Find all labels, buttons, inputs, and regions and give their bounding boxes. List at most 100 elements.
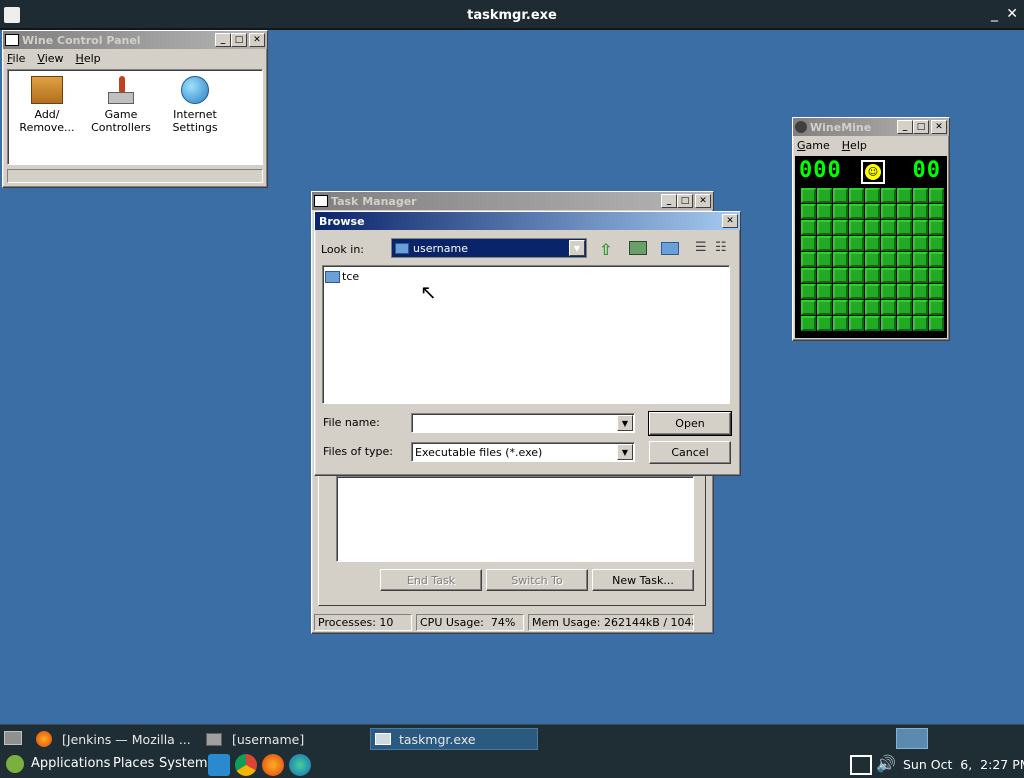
menu-applications[interactable]: Applications: [31, 756, 110, 771]
mine-cell[interactable]: [881, 300, 896, 315]
mine-cell[interactable]: [833, 268, 848, 283]
mine-cell[interactable]: [913, 220, 928, 235]
mine-cell[interactable]: [881, 316, 896, 331]
mine-cell[interactable]: [865, 236, 880, 251]
mine-cell[interactable]: [897, 300, 912, 315]
mine-cell[interactable]: [897, 220, 912, 235]
mine-cell[interactable]: [913, 204, 928, 219]
file-type-select[interactable]: Executable files (*.exe) ▼: [411, 442, 635, 462]
applet-internet-settings[interactable]: Internet Settings: [160, 76, 230, 134]
dropdown-arrow-icon[interactable]: ▼: [569, 240, 585, 256]
mine-cell[interactable]: [817, 188, 832, 203]
maximize-button[interactable]: □: [677, 194, 693, 208]
mine-cell[interactable]: [865, 268, 880, 283]
new-task-button[interactable]: New Task...: [592, 569, 694, 591]
mine-cell[interactable]: [897, 236, 912, 251]
mine-cell[interactable]: [913, 236, 928, 251]
mine-cell[interactable]: [849, 300, 864, 315]
mine-cell[interactable]: [897, 284, 912, 299]
mine-cell[interactable]: [801, 236, 816, 251]
desktop-icon[interactable]: [629, 241, 647, 255]
menu-system[interactable]: System: [159, 756, 207, 771]
mine-cell[interactable]: [881, 236, 896, 251]
mine-cell[interactable]: [865, 188, 880, 203]
winemine-titlebar[interactable]: WineMine _ □ ✕: [793, 118, 949, 136]
look-in-combo[interactable]: username ▼: [391, 238, 587, 258]
mine-cell[interactable]: [897, 316, 912, 331]
mine-cell[interactable]: [881, 204, 896, 219]
mine-cell[interactable]: [897, 188, 912, 203]
show-desktop-icon[interactable]: [4, 731, 22, 745]
edge-dev-icon[interactable]: [289, 754, 311, 776]
list-item[interactable]: tce: [325, 270, 359, 283]
mine-cell[interactable]: [849, 204, 864, 219]
mine-cell[interactable]: [849, 188, 864, 203]
mine-cell[interactable]: [929, 236, 944, 251]
mine-cell[interactable]: [913, 252, 928, 267]
mine-cell[interactable]: [833, 284, 848, 299]
mine-cell[interactable]: [801, 300, 816, 315]
open-button[interactable]: Open: [648, 411, 732, 436]
mine-cell[interactable]: [849, 268, 864, 283]
control-panel-titlebar[interactable]: Wine Control Panel _ □ ✕: [3, 31, 267, 49]
mine-cell[interactable]: [865, 204, 880, 219]
mine-cell[interactable]: [929, 188, 944, 203]
mine-cell[interactable]: [817, 220, 832, 235]
switch-to-button[interactable]: Switch To: [486, 569, 588, 591]
mine-cell[interactable]: [929, 204, 944, 219]
minimize-icon[interactable]: _: [991, 6, 998, 22]
up-folder-icon[interactable]: ⇧: [599, 240, 612, 259]
mine-cell[interactable]: [817, 316, 832, 331]
mine-cell[interactable]: [833, 188, 848, 203]
mine-cell[interactable]: [929, 220, 944, 235]
mine-cell[interactable]: [833, 316, 848, 331]
mine-cell[interactable]: [897, 268, 912, 283]
mine-cell[interactable]: [897, 252, 912, 267]
close-button[interactable]: ✕: [722, 214, 738, 228]
clock[interactable]: Sun Oct 6, 2:27 PM: [903, 757, 1024, 772]
dropdown-arrow-icon[interactable]: ▼: [617, 444, 633, 460]
dropdown-arrow-icon[interactable]: ▼: [617, 415, 633, 431]
mine-cell[interactable]: [929, 300, 944, 315]
menu-game[interactable]: Game: [797, 139, 830, 152]
mine-cell[interactable]: [817, 204, 832, 219]
close-button[interactable]: ✕: [249, 33, 265, 47]
mine-cell[interactable]: [881, 220, 896, 235]
mine-cell[interactable]: [913, 316, 928, 331]
menu-help[interactable]: Help: [842, 139, 867, 152]
mine-cell[interactable]: [833, 300, 848, 315]
menu-places[interactable]: Places: [113, 756, 154, 771]
applet-game-controllers[interactable]: Game Controllers: [86, 76, 156, 134]
close-button[interactable]: ✕: [695, 194, 711, 208]
browse-titlebar[interactable]: Browse ✕: [315, 212, 740, 230]
mine-cell[interactable]: [929, 252, 944, 267]
minimize-button[interactable]: _: [215, 33, 231, 47]
mine-cell[interactable]: [881, 268, 896, 283]
details-view-icon[interactable]: ☷: [715, 240, 727, 255]
mine-cell[interactable]: [833, 204, 848, 219]
task-jenkins[interactable]: [Jenkins — Mozilla ...: [36, 728, 196, 750]
close-button[interactable]: ✕: [931, 120, 947, 134]
minimize-button[interactable]: _: [897, 120, 913, 134]
mine-cell[interactable]: [817, 268, 832, 283]
end-task-button[interactable]: End Task: [380, 569, 482, 591]
mine-cell[interactable]: [817, 252, 832, 267]
mine-cell[interactable]: [929, 268, 944, 283]
network-icon[interactable]: [850, 755, 872, 775]
mine-cell[interactable]: [849, 252, 864, 267]
maximize-button[interactable]: □: [231, 33, 247, 47]
task-manager-titlebar[interactable]: Task Manager _ □ ✕: [312, 192, 713, 210]
list-view-icon[interactable]: ☰: [695, 240, 707, 255]
mine-cell[interactable]: [881, 252, 896, 267]
volume-icon[interactable]: 🔊: [876, 754, 896, 773]
mine-cell[interactable]: [865, 220, 880, 235]
mine-cell[interactable]: [849, 284, 864, 299]
vscode-icon[interactable]: [208, 754, 230, 776]
mine-cell[interactable]: [865, 252, 880, 267]
close-icon[interactable]: ✕: [1006, 6, 1018, 22]
mine-cell[interactable]: [801, 204, 816, 219]
menu-view[interactable]: View: [37, 52, 63, 65]
mine-cell[interactable]: [929, 284, 944, 299]
mine-cell[interactable]: [913, 300, 928, 315]
mine-cell[interactable]: [849, 316, 864, 331]
